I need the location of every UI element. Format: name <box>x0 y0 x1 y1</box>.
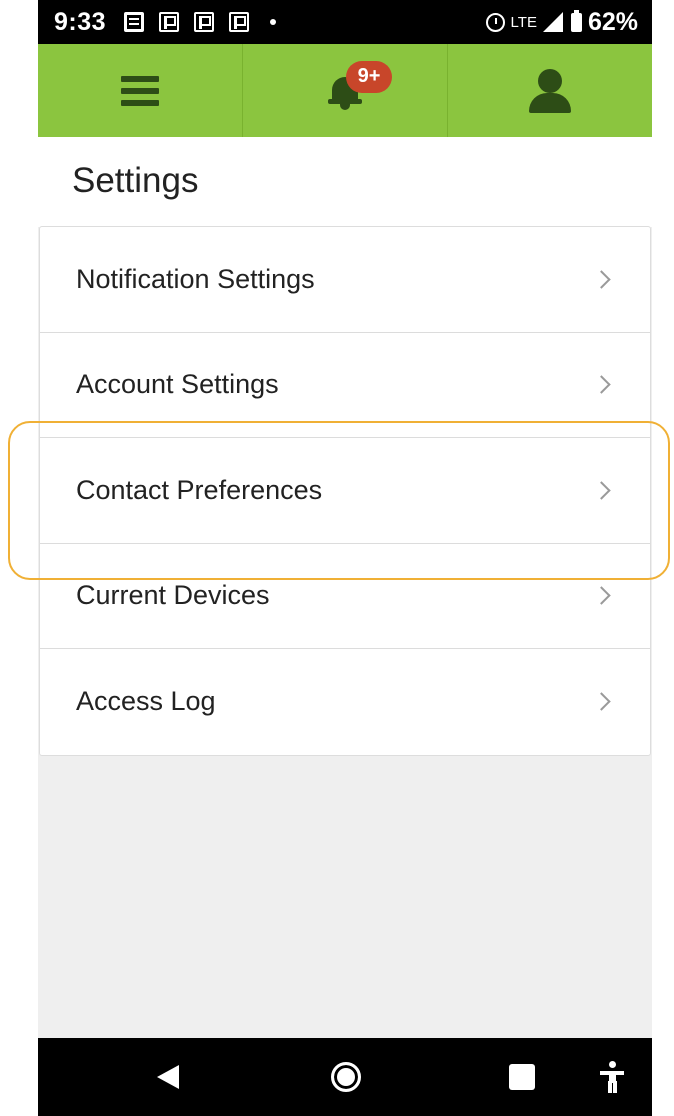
accessibility-button[interactable] <box>594 1038 630 1116</box>
chevron-right-icon <box>592 481 611 500</box>
system-nav-bar <box>38 1038 652 1116</box>
accessibility-icon <box>600 1061 624 1093</box>
app-bar: 9+ <box>38 44 652 137</box>
title-area: Settings <box>38 137 652 227</box>
settings-item-label: Access Log <box>76 686 216 717</box>
settings-item-current-devices[interactable]: Current Devices <box>40 544 650 649</box>
settings-item-label: Notification Settings <box>76 263 315 294</box>
chevron-right-icon <box>592 692 611 711</box>
more-notifications-dot <box>270 19 277 25</box>
settings-item-label: Account Settings <box>76 369 279 400</box>
back-triangle-icon <box>157 1065 179 1089</box>
recents-button[interactable] <box>502 1038 542 1116</box>
notifications-button[interactable]: 9+ <box>242 44 447 137</box>
battery-percent: 62% <box>587 7 638 36</box>
flag-icon <box>159 12 180 32</box>
signal-icon <box>542 12 563 32</box>
settings-list: Notification Settings Account Settings C… <box>39 226 651 756</box>
status-notifications <box>124 12 277 32</box>
settings-item-label: Contact Preferences <box>76 474 323 505</box>
home-button[interactable] <box>326 1038 366 1116</box>
flag-icon <box>229 12 250 32</box>
user-icon <box>529 68 571 113</box>
settings-item-access-log[interactable]: Access Log <box>40 649 650 755</box>
message-icon <box>124 12 145 32</box>
settings-item-notification-settings[interactable]: Notification Settings <box>40 227 650 333</box>
chevron-right-icon <box>592 586 611 605</box>
profile-button[interactable] <box>447 44 652 137</box>
page-title: Settings <box>72 161 199 200</box>
chevron-right-icon <box>592 270 611 289</box>
app-screen: 9:33 LTE 62% 9+ Settings Notification Se… <box>38 0 652 1116</box>
status-indicators: LTE 62% <box>485 7 638 37</box>
back-button[interactable] <box>148 1038 188 1116</box>
settings-item-contact-preferences[interactable]: Contact Preferences <box>40 438 650 544</box>
network-type: LTE <box>510 13 537 31</box>
status-time: 9:33 <box>54 7 107 36</box>
settings-item-label: Current Devices <box>76 580 270 611</box>
notification-count-badge: 9+ <box>346 60 392 93</box>
settings-item-account-settings[interactable]: Account Settings <box>40 333 650 438</box>
hamburger-menu-icon <box>121 75 159 106</box>
chevron-right-icon <box>592 375 611 394</box>
recents-square-icon <box>509 1064 535 1090</box>
menu-button[interactable] <box>38 44 242 137</box>
home-circle-icon <box>331 1062 361 1092</box>
status-bar: 9:33 LTE 62% <box>38 0 652 44</box>
battery-icon <box>570 9 582 32</box>
flag-icon <box>194 12 215 32</box>
alarm-icon <box>485 12 505 32</box>
